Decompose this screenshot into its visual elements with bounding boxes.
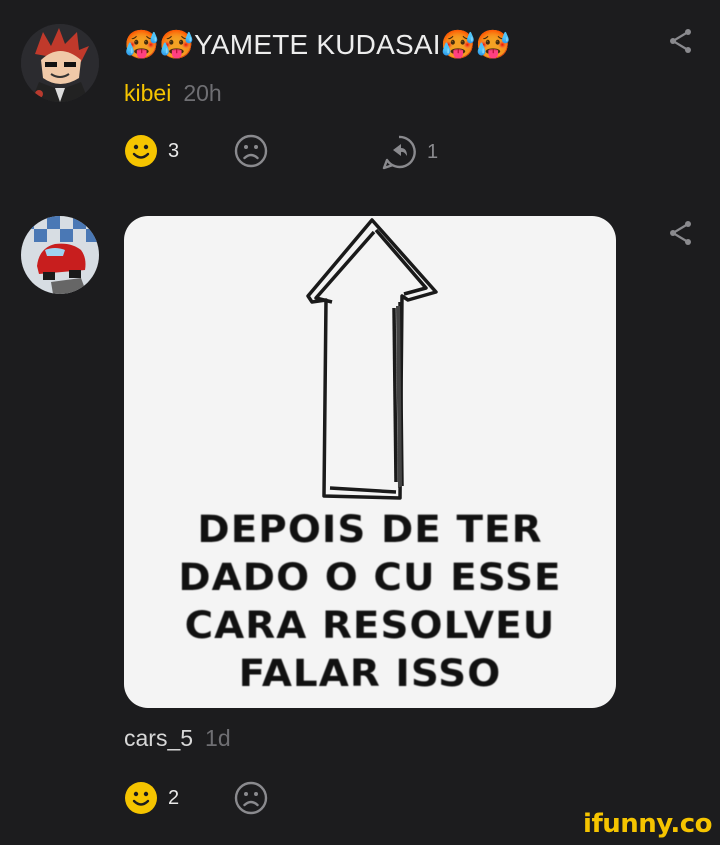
username[interactable]: kibei xyxy=(124,80,171,107)
ifunny-watermark: ifunny.co xyxy=(583,809,712,839)
smile-count-2: 2 xyxy=(168,786,180,809)
share-icon[interactable] xyxy=(667,27,695,55)
meme-image[interactable]: DEPOIS DE TER DADO O CU ESSE CARA RESOLV… xyxy=(124,216,616,708)
up-arrow-drawing xyxy=(306,218,438,500)
smile-icon xyxy=(125,782,157,814)
anime-avatar-image xyxy=(21,24,99,102)
meme-line: DADO O CU ESSE xyxy=(178,556,562,599)
comment-text: 🥵🥵YAMETE KUDASAI🥵🥵 xyxy=(124,29,511,60)
user-avatar-2[interactable] xyxy=(21,216,99,294)
car-avatar-image xyxy=(21,216,99,294)
meme-line: DEPOIS DE TER xyxy=(197,508,543,551)
share-icon-2[interactable] xyxy=(667,219,695,247)
reply-icon xyxy=(382,135,416,170)
comment-meta: kibei 20h xyxy=(124,80,222,107)
frown-icon-2[interactable] xyxy=(234,781,268,815)
username-2[interactable]: cars_5 xyxy=(124,725,193,752)
reply-count: 1 xyxy=(427,140,439,163)
user-avatar[interactable] xyxy=(21,24,99,102)
timestamp: 20h xyxy=(183,80,222,106)
smile-count: 3 xyxy=(168,139,180,162)
comment-meta-2: cars_5 1d xyxy=(124,725,231,752)
meme-line: FALAR ISSO xyxy=(238,652,502,695)
timestamp-2: 1d xyxy=(205,725,231,751)
meme-line: CARA RESOLVEU xyxy=(184,604,556,647)
meme-caption: DEPOIS DE TER DADO O CU ESSE CARA RESOLV… xyxy=(124,506,616,698)
reply-button[interactable]: 1 xyxy=(381,134,438,170)
smile-reaction[interactable]: 3 xyxy=(124,134,179,168)
smile-reaction-2[interactable]: 2 xyxy=(124,781,179,815)
smile-icon xyxy=(125,135,157,167)
frown-icon[interactable] xyxy=(234,134,268,168)
